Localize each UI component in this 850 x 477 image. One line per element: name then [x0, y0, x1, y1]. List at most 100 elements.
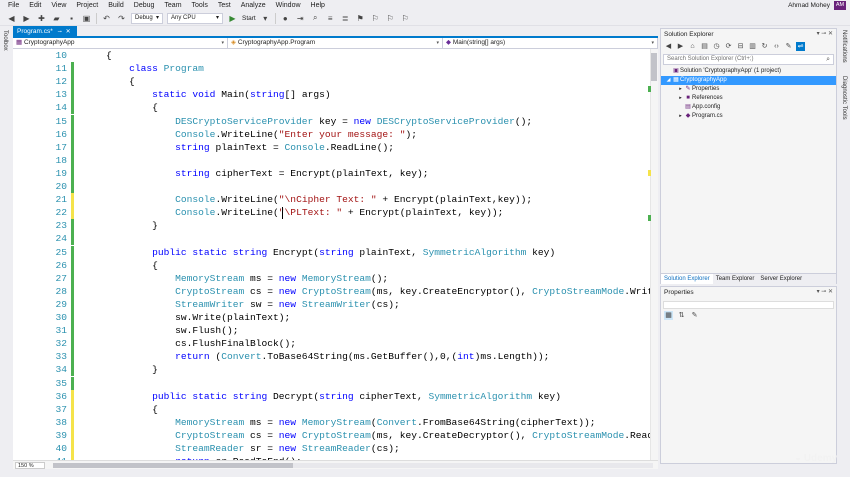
dropdown-icon[interactable]: ▾	[817, 289, 820, 295]
menu-edit[interactable]: Edit	[24, 0, 46, 11]
pin-icon[interactable]: ⊸	[821, 289, 826, 295]
breakpoint-icon[interactable]: ●	[280, 13, 291, 24]
home-icon[interactable]: ⌂	[688, 42, 697, 51]
dropdown-icon[interactable]: ▾	[817, 31, 820, 37]
menu-debug[interactable]: Debug	[129, 0, 160, 11]
code-line[interactable]: 14 {	[13, 101, 650, 115]
uncomment-icon[interactable]: ≣	[340, 13, 351, 24]
close-icon[interactable]: ✕	[66, 29, 71, 35]
categorized-icon[interactable]: ▦	[664, 311, 673, 320]
tree-item[interactable]: ▸ ◆ Program.cs	[661, 112, 836, 121]
close-icon[interactable]: ✕	[828, 31, 833, 37]
menu-help[interactable]: Help	[306, 0, 330, 11]
code-line[interactable]: 15 DESCryptoServiceProvider key = new DE…	[13, 114, 650, 128]
tree-item[interactable]: ▣Solution 'CryptographyApp' (1 project)	[661, 67, 836, 76]
dropdown-icon[interactable]: ▾	[260, 13, 271, 24]
redo-icon[interactable]: ↷	[116, 13, 127, 24]
start-debug-icon[interactable]: ▶	[227, 13, 238, 24]
code-line[interactable]: 37 {	[13, 402, 650, 416]
code-line[interactable]: 31 sw.Flush();	[13, 324, 650, 338]
solution-platform-select[interactable]: Any CPU ▾	[167, 12, 223, 24]
tab-team-explorer[interactable]: Team Explorer	[713, 274, 758, 284]
code-line[interactable]: 17 string plainText = Console.ReadLine()…	[13, 140, 650, 154]
collapse-all-icon[interactable]: ⊟	[736, 42, 745, 51]
solution-search-input[interactable]: Search Solution Explorer (Ctrl+;) ⌕	[663, 54, 834, 65]
back-icon[interactable]: ◀	[664, 42, 673, 51]
pending-changes-icon[interactable]: ◷	[712, 42, 721, 51]
code-line[interactable]: 33 return (Convert.ToBase64String(ms.Get…	[13, 350, 650, 364]
code-line[interactable]: 22 Console.WriteLine("\PLText: " + Encry…	[13, 206, 650, 220]
sync-icon[interactable]: ⟳	[724, 42, 733, 51]
properties-object-select[interactable]	[663, 301, 834, 309]
switch-views-icon[interactable]: ▤	[700, 42, 709, 51]
code-line[interactable]: 36 public static string Decrypt(string c…	[13, 389, 650, 403]
start-button[interactable]: Start	[242, 15, 256, 22]
expand-arrow-icon[interactable]: ▸	[677, 85, 684, 94]
code-line[interactable]: 32 cs.FlushFinalBlock();	[13, 337, 650, 351]
tree-item[interactable]: ▸ ✎Properties	[661, 85, 836, 94]
menu-team[interactable]: Team	[159, 0, 186, 11]
code-line[interactable]: 25 public static string Encrypt(string p…	[13, 245, 650, 259]
notifications-tab[interactable]: Notifications	[841, 30, 847, 63]
code-line[interactable]: 38 MemoryStream ms = new MemoryStream(Co…	[13, 415, 650, 429]
toolbox-tab[interactable]: Toolbox	[2, 30, 8, 51]
solution-config-select[interactable]: Debug ▾	[131, 12, 163, 24]
tree-item[interactable]: ◢ ▦CryptographyApp	[661, 76, 836, 85]
menu-tools[interactable]: Tools	[187, 0, 213, 11]
pin-icon[interactable]: ⊸	[821, 31, 826, 37]
code-line[interactable]: 10 {	[13, 49, 650, 62]
comment-icon[interactable]: ≡	[325, 13, 336, 24]
code-line[interactable]: 20	[13, 180, 650, 193]
code-line[interactable]: 27 MemoryStream ms = new MemoryStream();	[13, 271, 650, 285]
menu-file[interactable]: File	[3, 0, 24, 11]
properties-icon[interactable]: ✎	[784, 42, 793, 51]
user-name[interactable]: Ahmad Mohey	[788, 1, 830, 10]
expand-arrow-icon[interactable]: ▸	[677, 94, 684, 103]
tree-item[interactable]: ▸ ■ References	[661, 94, 836, 103]
code-line[interactable]: 13 static void Main(string[] args)	[13, 88, 650, 102]
class-dropdown[interactable]: ◈ CryptographyApp.Program ▾	[228, 38, 443, 49]
close-icon[interactable]: ✕	[828, 289, 833, 295]
code-line[interactable]: 24	[13, 232, 650, 246]
menu-analyze[interactable]: Analyze	[236, 0, 271, 11]
forward-icon[interactable]: ▶	[21, 13, 32, 24]
menu-window[interactable]: Window	[271, 0, 306, 11]
tab-program-cs[interactable]: Program.cs* ⊸ ✕	[13, 26, 77, 38]
code-line[interactable]: 16 Console.WriteLine("Enter your message…	[13, 127, 650, 141]
new-project-icon[interactable]: ✚	[36, 13, 47, 24]
open-file-icon[interactable]: ▰	[51, 13, 62, 24]
code-line[interactable]: 40 StreamReader sr = new StreamReader(cs…	[13, 442, 650, 455]
code-line[interactable]: 23 }	[13, 219, 650, 233]
code-editor[interactable]: 10 {11 class Program 12 {13 static void M…	[13, 49, 650, 460]
back-icon[interactable]: ◀	[6, 13, 17, 24]
save-all-icon[interactable]: ▣	[81, 13, 92, 24]
project-dropdown[interactable]: ▦ CryptographyApp ▾	[13, 38, 228, 49]
bookmark-next-icon[interactable]: ⚐	[385, 13, 396, 24]
editor-scroll-thumb[interactable]	[651, 53, 657, 81]
code-line[interactable]: 12 {	[13, 75, 650, 89]
code-line[interactable]: 30 sw.Write(plainText);	[13, 311, 650, 324]
refresh-icon[interactable]: ↻	[760, 42, 769, 51]
menu-test[interactable]: Test	[213, 0, 236, 11]
view-code-icon[interactable]: ‹›	[772, 42, 781, 51]
clear-bookmarks-icon[interactable]: ⚐	[400, 13, 411, 24]
code-line[interactable]: 29 StreamWriter sw = new StreamWriter(cs…	[13, 297, 650, 311]
undo-icon[interactable]: ↶	[101, 13, 112, 24]
code-line[interactable]: 19 string cipherText = Encrypt(plainText…	[13, 166, 650, 180]
code-line[interactable]: 21 Console.WriteLine("\nCipher Text: " +…	[13, 193, 650, 207]
menu-build[interactable]: Build	[103, 0, 129, 11]
show-all-files-icon[interactable]: ▥	[748, 42, 757, 51]
search-icon[interactable]: ⌕	[826, 55, 830, 64]
expand-arrow-icon[interactable]: ▸	[677, 112, 684, 121]
code-line[interactable]: 18	[13, 153, 650, 167]
horizontal-scroll-thumb[interactable]	[53, 463, 293, 468]
tab-server-explorer[interactable]: Server Explorer	[757, 274, 805, 284]
tree-item[interactable]: ▤App.config	[661, 103, 836, 112]
code-line[interactable]: 28 CryptoStream cs = new CryptoStream(ms…	[13, 284, 650, 298]
zoom-select[interactable]: 150 %	[15, 462, 45, 469]
user-avatar[interactable]: AM	[834, 1, 846, 10]
property-pages-icon[interactable]: ✎	[690, 311, 699, 320]
code-line[interactable]: 26 {	[13, 258, 650, 272]
menu-project[interactable]: Project	[71, 0, 103, 11]
find-icon[interactable]: ⌕	[310, 13, 321, 24]
